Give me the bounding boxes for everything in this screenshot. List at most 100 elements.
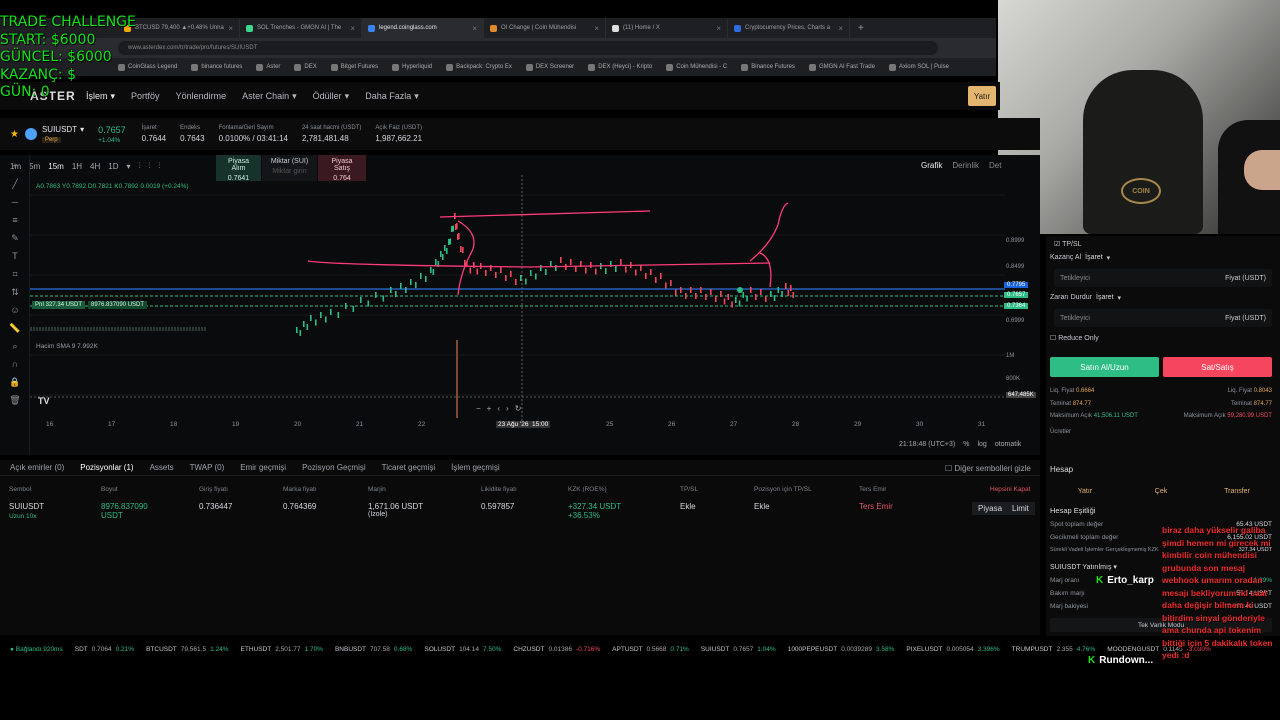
- row-reverse-order[interactable]: Ters Emir: [859, 502, 893, 511]
- chevron-down-icon[interactable]: ▾: [1107, 254, 1111, 262]
- column-header[interactable]: Pozisyon için TP/SL: [754, 486, 812, 493]
- checkbox-icon[interactable]: ☐: [945, 464, 954, 473]
- bookmark-item[interactable]: Hyperliquid: [392, 63, 432, 71]
- scroll-right-icon[interactable]: ›: [506, 404, 509, 413]
- symbol-name[interactable]: SUIUSDT: [42, 125, 77, 134]
- bookmark-item[interactable]: DEX Screener: [525, 63, 574, 71]
- account-deposit-button[interactable]: Yatır: [1050, 481, 1120, 501]
- bookmark-item[interactable]: Coin Mühendisi - C: [666, 63, 727, 71]
- positions-tab[interactable]: İşlem geçmişi: [451, 463, 499, 472]
- sl-price-input[interactable]: Tetikleyici Fiyat (USDT): [1054, 309, 1272, 327]
- position-pnl-tag[interactable]: PnI 327.34 USDT: [32, 301, 86, 309]
- trash-icon[interactable]: 🗑: [8, 395, 22, 405]
- deposit-button[interactable]: Yatır: [968, 86, 996, 106]
- positions-tab[interactable]: TWAP (0): [190, 463, 225, 472]
- magnet-icon[interactable]: ∩: [8, 359, 22, 369]
- view-tab-details[interactable]: Det: [989, 161, 1001, 170]
- bookmark-item[interactable]: Bitget Futures: [330, 63, 378, 71]
- horizontal-line-icon[interactable]: ─: [8, 197, 22, 207]
- status-ticker-item[interactable]: BTCUSDT 79,561.5 1.24%: [146, 646, 228, 653]
- checkbox-icon[interactable]: ☐: [1050, 335, 1058, 342]
- candle-type-icon[interactable]: ⫶: [139, 161, 141, 171]
- column-header[interactable]: Sembol: [9, 486, 31, 493]
- close-icon[interactable]: ×: [594, 24, 599, 33]
- column-header[interactable]: Ters Emir: [859, 486, 886, 493]
- timeframe-5m[interactable]: 5m: [29, 162, 40, 171]
- sell-short-button[interactable]: Sat/Satış: [1163, 357, 1272, 377]
- indicator-icon[interactable]: ⫶: [149, 161, 151, 171]
- view-tab-chart[interactable]: Grafik: [921, 161, 942, 170]
- column-header[interactable]: TP/SL: [680, 486, 698, 493]
- crosshair-icon[interactable]: +: [8, 161, 22, 171]
- status-ticker-item[interactable]: SDT 0.7064 0.21%: [75, 646, 134, 653]
- positions-tab[interactable]: Assets: [150, 463, 174, 472]
- timeframe-4h[interactable]: 4H: [90, 162, 100, 171]
- browser-tab[interactable]: (11) Home / X ×: [606, 18, 728, 38]
- status-ticker-item[interactable]: 1000PEPEUSDT 0.0039289 3.58%: [788, 646, 895, 653]
- zoom-out-icon[interactable]: −: [476, 404, 481, 413]
- log-toggle[interactable]: log: [977, 441, 986, 448]
- ruler-icon[interactable]: 📏: [8, 323, 22, 333]
- column-header[interactable]: KZK (ROE%): [568, 486, 607, 493]
- timeframe-1h[interactable]: 1H: [72, 162, 82, 171]
- nav-aster-chain[interactable]: Aster Chain ▾: [242, 91, 297, 102]
- buy-long-button[interactable]: Satın Al/Uzun: [1050, 357, 1159, 377]
- fees-link[interactable]: Ücretler: [1050, 429, 1071, 435]
- new-tab-icon[interactable]: +: [858, 23, 864, 34]
- column-header[interactable]: Giriş fiyatı: [199, 486, 228, 493]
- browser-tab[interactable]: legend.coinglass.com ×: [362, 18, 484, 38]
- scroll-left-icon[interactable]: ‹: [497, 404, 500, 413]
- column-header[interactable]: Likidite fiyatı: [481, 486, 517, 493]
- sl-unit[interactable]: Fiyat (USDT): [1225, 315, 1266, 322]
- percent-toggle[interactable]: %: [963, 441, 969, 448]
- checkbox-icon[interactable]: ☑: [1054, 241, 1062, 248]
- row-close-limit[interactable]: Limit: [1006, 502, 1035, 515]
- positions-tab[interactable]: Pozisyon Geçmişi: [302, 463, 366, 472]
- price-chart[interactable]: 1m 5m 15m 1H 4H 1D ▾ ⫶ ⫶ ⫶ Piyasa Alım 0.7641 Mikt…: [0, 155, 1040, 455]
- close-icon[interactable]: ×: [472, 24, 477, 33]
- auto-toggle[interactable]: otomatik: [995, 441, 1021, 448]
- timeframe-15m[interactable]: 15m: [48, 162, 64, 171]
- row-close-market[interactable]: Piyasa: [972, 502, 1009, 515]
- zoom-in-icon[interactable]: +: [487, 404, 492, 413]
- bookmark-item[interactable]: DEX (Heyci) - Kripto: [588, 63, 652, 71]
- bookmark-item[interactable]: binance futures: [191, 63, 242, 71]
- nav-more[interactable]: Daha Fazla ▾: [365, 91, 419, 102]
- chevron-down-icon[interactable]: ▾: [80, 125, 84, 134]
- chevron-down-icon[interactable]: ▾: [127, 162, 131, 171]
- status-ticker-item[interactable]: SUIUSDT 0.7657 1.04%: [701, 646, 776, 653]
- fib-icon[interactable]: ≡: [8, 215, 22, 225]
- row-tpsl-add[interactable]: Ekle: [680, 502, 696, 511]
- close-all-button[interactable]: Hepsini Kapat: [990, 486, 1030, 493]
- account-transfer-button[interactable]: Transfer: [1202, 481, 1272, 501]
- position-size-tag[interactable]: 8976.837090 USDT: [88, 301, 148, 309]
- status-ticker-item[interactable]: BNBUSDT 707.58 0.68%: [335, 646, 412, 653]
- tpsl-toggle[interactable]: ☑ TP/SL: [1054, 240, 1082, 248]
- close-icon[interactable]: ×: [350, 24, 355, 33]
- nav-rewards[interactable]: Ödüller ▾: [313, 91, 350, 102]
- column-header[interactable]: Marjin: [368, 486, 386, 493]
- reset-icon[interactable]: ↻: [515, 404, 522, 413]
- tp-trigger-type[interactable]: İşaret: [1085, 254, 1103, 262]
- text-icon[interactable]: T: [8, 251, 22, 261]
- close-icon[interactable]: ×: [228, 24, 233, 33]
- positions-tab[interactable]: Ticaret geçmişi: [382, 463, 436, 472]
- lock-icon[interactable]: 🔒: [8, 377, 22, 387]
- row-symbol[interactable]: SUIUSDT: [9, 502, 44, 511]
- bookmark-item[interactable]: Axiom SOL | Pulse: [888, 63, 949, 71]
- brush-icon[interactable]: ✎: [8, 233, 22, 243]
- view-tab-depth[interactable]: Derinlik: [952, 161, 979, 170]
- bookmark-item[interactable]: Aster: [256, 63, 280, 71]
- url-field[interactable]: www.asterdex.com/tr/trade/pro/futures/SU…: [118, 41, 938, 55]
- column-header[interactable]: Boyut: [101, 486, 118, 493]
- layout-icon[interactable]: ⫶: [159, 161, 161, 171]
- account-withdraw-button[interactable]: Çek: [1126, 481, 1196, 501]
- bookmark-item[interactable]: DEX: [294, 63, 317, 71]
- status-ticker-item[interactable]: APTUSDT 0.5668 0.71%: [612, 646, 689, 653]
- browser-tab[interactable]: SOL Trenches - GMGN AI | The ×: [240, 18, 362, 38]
- positions-tab[interactable]: Emir geçmişi: [240, 463, 286, 472]
- nav-referral[interactable]: Yönlendirme: [176, 91, 227, 101]
- hide-other-symbols[interactable]: ☐ Diğer sembolleri gizle: [945, 464, 1031, 473]
- trendline-icon[interactable]: ╱: [8, 179, 22, 189]
- emoji-icon[interactable]: ☺: [8, 305, 22, 315]
